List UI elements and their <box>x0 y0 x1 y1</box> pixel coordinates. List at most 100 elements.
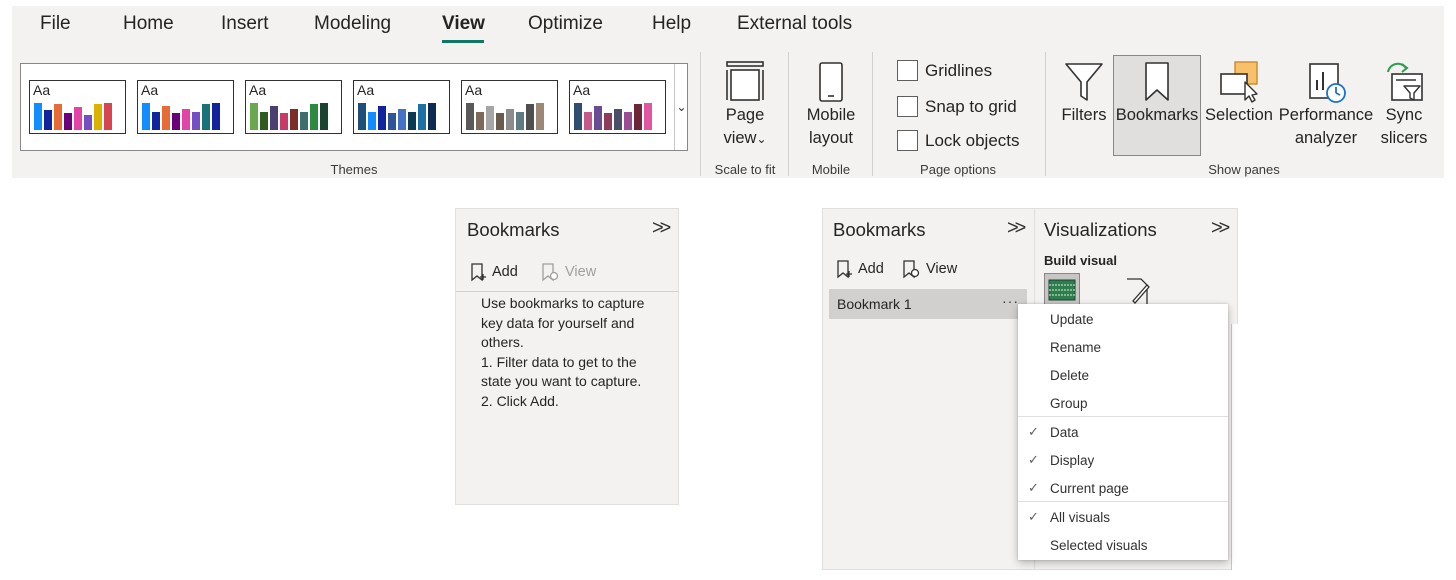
theme-thumbnail[interactable]: Aa <box>137 80 234 134</box>
collapse-pane-icon[interactable]: >> <box>1211 217 1230 240</box>
theme-color-bar <box>300 112 308 130</box>
snap-to-grid-label: Snap to grid <box>925 96 1017 116</box>
collapse-pane-icon[interactable]: >> <box>652 217 671 240</box>
theme-color-bar <box>378 106 386 130</box>
theme-thumbnail[interactable]: Aa <box>29 80 126 134</box>
bookmarks-pane-empty: Bookmarks >> Add View Use bookmarks to c… <box>455 208 679 505</box>
theme-color-bar <box>44 110 52 130</box>
tab-help[interactable]: Help <box>652 13 691 35</box>
menu-item-rename[interactable]: Rename <box>1018 334 1228 362</box>
sync-slicers-button[interactable]: Sync slicers <box>1378 60 1430 150</box>
theme-color-bar <box>320 103 328 130</box>
chevron-down-icon: ⌄ <box>676 100 687 114</box>
menu-item-all-visuals[interactable]: ✓ All visuals <box>1018 504 1228 532</box>
filters-button[interactable]: Filters <box>1060 60 1108 127</box>
bookmarks-label: Bookmarks <box>1115 106 1199 124</box>
more-options-icon[interactable]: ··· <box>1002 293 1019 309</box>
theme-color-bar <box>202 104 210 130</box>
selection-label: Selection <box>1205 106 1273 124</box>
chevron-down-icon: ⌄ <box>756 132 767 146</box>
bookmark-list-item[interactable]: Bookmark 1 ··· <box>829 289 1027 319</box>
theme-thumbnail[interactable]: Aa <box>353 80 450 134</box>
page-view-icon <box>726 61 764 101</box>
tab-optimize[interactable]: Optimize <box>528 13 603 35</box>
pane-title: Bookmarks <box>833 219 926 240</box>
theme-color-bar <box>94 104 102 130</box>
theme-color-bar <box>594 106 602 130</box>
check-icon: ✓ <box>1028 452 1039 467</box>
theme-color-bars <box>574 100 652 130</box>
theme-thumbnail[interactable]: Aa <box>569 80 666 134</box>
mobile-layout-button[interactable]: Mobile layout <box>802 60 860 150</box>
menu-item-data[interactable]: ✓ Data <box>1018 419 1228 447</box>
page-view-button[interactable]: Page view⌄ <box>716 60 774 151</box>
checkbox-box <box>897 130 918 151</box>
snap-to-grid-checkbox[interactable]: Snap to grid <box>897 96 1017 117</box>
theme-color-bar <box>368 112 376 130</box>
check-icon: ✓ <box>1028 509 1039 524</box>
ribbon: File Home Insert Modeling View Optimize … <box>12 6 1444 178</box>
ribbon-tabs: File Home Insert Modeling View Optimize … <box>12 6 1444 50</box>
tab-file[interactable]: File <box>40 13 71 35</box>
performance-analyzer-icon <box>1309 63 1346 103</box>
build-visual-tab[interactable] <box>1044 273 1080 307</box>
theme-color-bars <box>142 100 220 130</box>
menu-item-selected-visuals[interactable]: Selected visuals <box>1018 532 1228 560</box>
lock-objects-checkbox[interactable]: Lock objects <box>897 130 1020 151</box>
theme-color-bar <box>54 104 62 130</box>
theme-color-bar <box>182 109 190 130</box>
tab-external-tools[interactable]: External tools <box>737 13 852 35</box>
tab-home[interactable]: Home <box>123 13 174 35</box>
group-divider <box>1045 52 1046 176</box>
collapse-pane-icon[interactable]: >> <box>1007 217 1026 240</box>
theme-color-bar <box>536 103 544 130</box>
bookmarks-pane: Bookmarks >> Add View Bookmark 1 ··· <box>822 208 1034 570</box>
ribbon-body: Aa Aa Aa Aa Aa Aa ⌄ Themes Page view⌄ Scale t… <box>12 50 1444 178</box>
tab-modeling[interactable]: Modeling <box>314 13 391 35</box>
pane-title: Bookmarks <box>467 219 560 240</box>
bookmarks-pane-button[interactable]: Bookmarks <box>1113 55 1201 156</box>
menu-item-label: Data <box>1050 425 1079 440</box>
theme-color-bar <box>496 113 504 130</box>
theme-color-bar <box>250 103 258 130</box>
gridlines-checkbox[interactable]: Gridlines <box>897 60 992 81</box>
pane-divider <box>456 291 678 292</box>
theme-color-bar <box>516 112 524 130</box>
bookmarks-help-text: Use bookmarks to capture key data for yo… <box>481 294 671 412</box>
themes-expand-button[interactable]: ⌄ <box>674 64 688 150</box>
theme-color-bars <box>466 100 544 130</box>
pane-title: Visualizations <box>1044 219 1157 240</box>
add-bookmark-button[interactable]: Add <box>469 262 518 282</box>
menu-item-group[interactable]: Group <box>1018 390 1228 418</box>
view-bookmarks-button[interactable]: View <box>540 262 596 282</box>
theme-color-bar <box>152 112 160 130</box>
menu-item-display[interactable]: ✓ Display <box>1018 447 1228 475</box>
bookmark-context-menu: Update Rename Delete Group ✓ Data ✓ Disp… <box>1018 304 1228 560</box>
table-visual-icon <box>1048 279 1076 301</box>
theme-color-bar <box>104 103 112 130</box>
theme-color-bar <box>172 113 180 130</box>
add-bookmark-button[interactable]: Add <box>835 259 884 279</box>
theme-thumbnail[interactable]: Aa <box>461 80 558 134</box>
filters-label: Filters <box>1061 106 1107 124</box>
theme-color-bar <box>624 112 632 130</box>
menu-separator <box>1018 501 1228 502</box>
add-label: Add <box>492 264 518 280</box>
group-label-scale: Scale to fit <box>714 162 776 177</box>
tab-insert[interactable]: Insert <box>221 13 269 35</box>
scrollbar[interactable] <box>1231 324 1239 570</box>
theme-color-bar <box>290 109 298 130</box>
performance-analyzer-button[interactable]: Performance analyzer <box>1278 60 1374 150</box>
menu-item-delete[interactable]: Delete <box>1018 362 1228 390</box>
menu-item-current-page[interactable]: ✓ Current page <box>1018 475 1228 503</box>
add-bookmark-icon <box>837 260 852 279</box>
group-label-mobile: Mobile <box>811 162 851 177</box>
menu-item-update[interactable]: Update <box>1018 306 1228 334</box>
view-bookmarks-button[interactable]: View <box>901 259 957 279</box>
page-view-label-2: view⌄ <box>716 127 774 151</box>
view-bookmark-icon <box>542 263 559 282</box>
tab-view[interactable]: View <box>442 13 485 35</box>
theme-thumbnail[interactable]: Aa <box>245 80 342 134</box>
performance-label: Performance <box>1278 106 1374 124</box>
selection-button[interactable]: Selection <box>1204 60 1274 127</box>
